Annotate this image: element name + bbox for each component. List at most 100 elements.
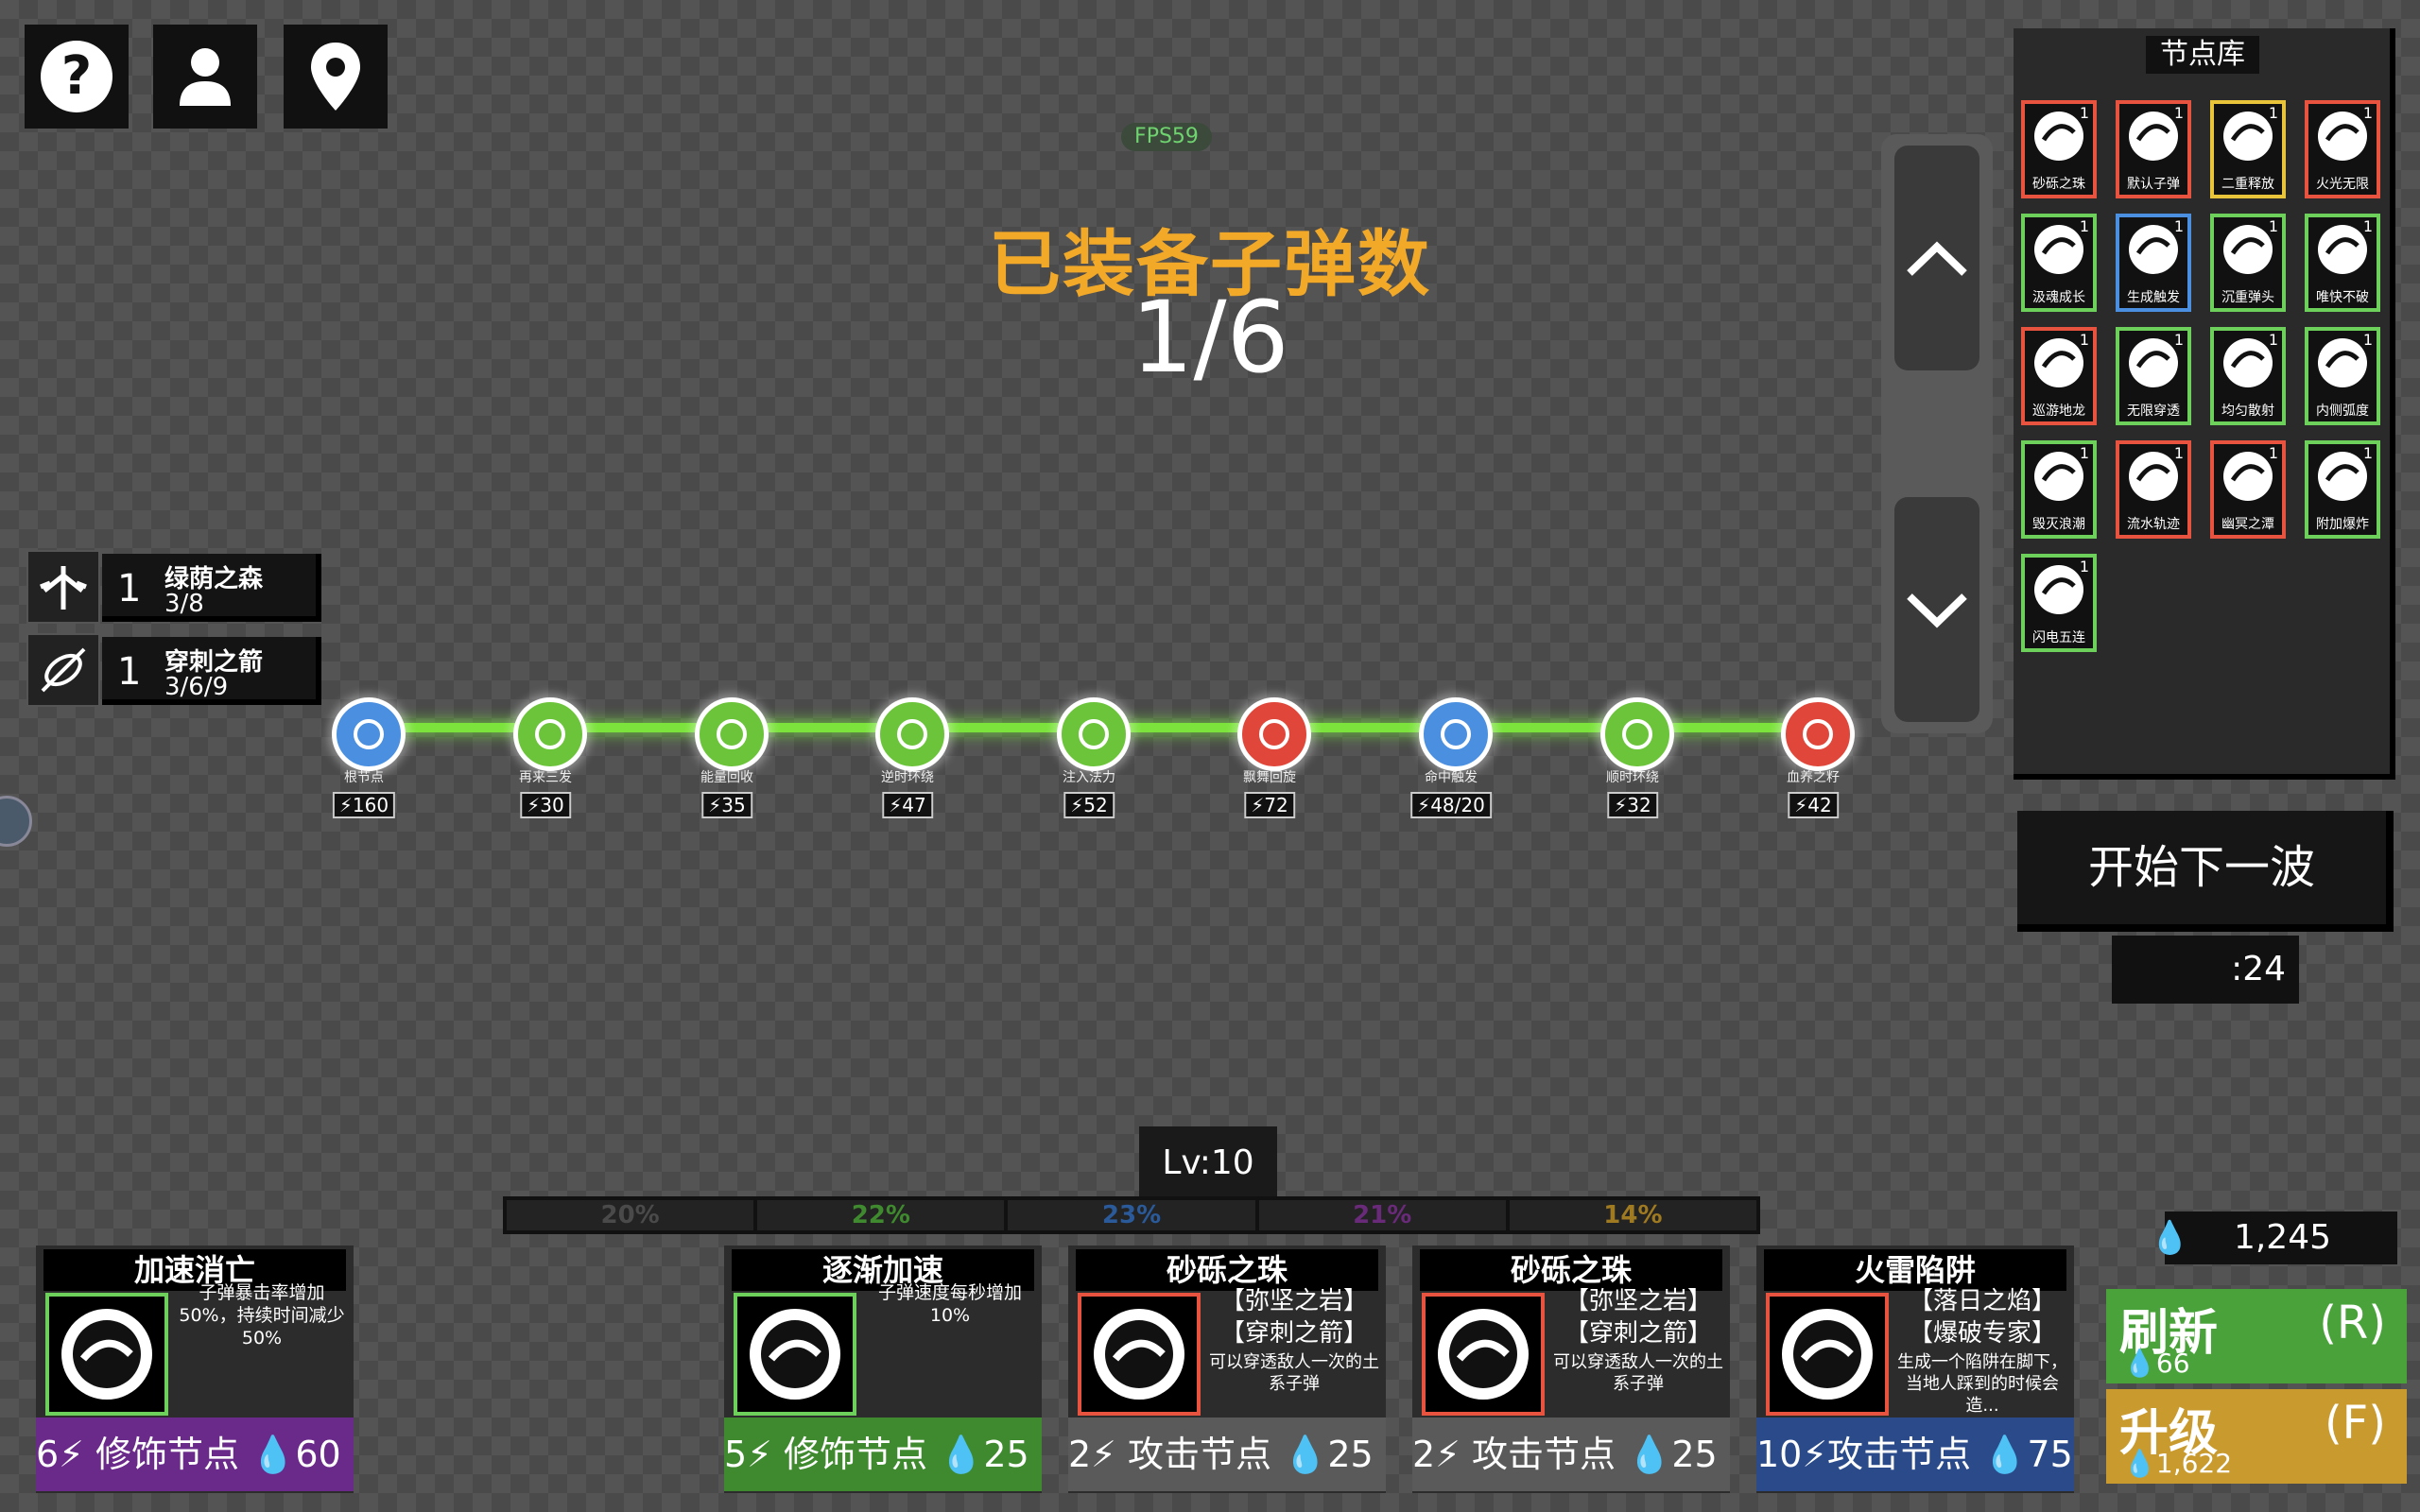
node-label: 血养之籽 xyxy=(1787,770,1840,785)
node-name: 闪电五连 xyxy=(2032,630,2085,645)
node-name: 生成触发 xyxy=(2127,290,2180,305)
node-count: 1 xyxy=(2079,558,2089,576)
refresh-cost: 💧66 xyxy=(2123,1348,2190,1379)
upgrade-cost: 💧1,622 xyxy=(2123,1448,2233,1479)
library-node[interactable]: 1 唯快不破 xyxy=(2305,214,2380,312)
node-icon xyxy=(695,697,769,771)
drop-icon: 💧 xyxy=(2123,1448,2156,1479)
energy-icon: ⚡ xyxy=(1070,794,1084,816)
node-cost: ⚡72 xyxy=(1244,792,1295,818)
shop-card[interactable]: 加速消亡 子弹暴击率增加50%，持续时间减少50% 6⚡ 修饰节点 💧60 xyxy=(36,1246,354,1493)
library-node[interactable]: 1 流水轨迹 xyxy=(2116,440,2191,539)
node-cost: ⚡160 xyxy=(332,792,396,818)
card-footer: 2⚡ 攻击节点 💧25 xyxy=(1412,1418,1730,1491)
node-label: 逆时环绕 xyxy=(881,770,934,785)
speedometer-icon xyxy=(734,1293,856,1416)
library-node[interactable]: 1 毁灭浪潮 xyxy=(2021,440,2097,539)
node-name: 无限穿透 xyxy=(2127,404,2180,419)
node-label: 根节点 xyxy=(344,770,384,785)
node-label: 飘舞回旋 xyxy=(1243,770,1296,785)
chevron-up-icon xyxy=(1907,241,1967,276)
card-footer: 10⚡攻击节点 💧75 xyxy=(1756,1418,2074,1491)
card-description: 子弹暴击率增加50%，持续时间减少50% xyxy=(179,1282,345,1349)
card-footer: 5⚡ 修饰节点 💧25 xyxy=(724,1418,1042,1491)
node-name: 默认子弹 xyxy=(2127,177,2180,192)
node-name: 内侧弧度 xyxy=(2316,404,2369,419)
card-tags: 【弥坚之岩】【穿刺之箭】 xyxy=(1564,1287,1712,1348)
card-description: 可以穿透敌人一次的土系子弹 xyxy=(1209,1352,1379,1394)
rock-orb-icon xyxy=(1422,1293,1545,1416)
fps-counter: FPS59 xyxy=(1121,123,1212,151)
library-node[interactable]: 1 巡游地龙 xyxy=(2021,327,2097,425)
energy-icon: ⚡ xyxy=(1614,794,1628,816)
shop-card[interactable]: 砂砾之珠 【弥坚之岩】【穿刺之箭】 可以穿透敌人一次的土系子弹 2⚡ 攻击节点 💧25 xyxy=(1412,1246,1730,1493)
energy-icon: ⚡ xyxy=(1251,794,1265,816)
ammo-count: 1/6 xyxy=(1131,280,1289,395)
node-cost: ⚡47 xyxy=(882,792,933,818)
library-node[interactable]: 1 无限穿透 xyxy=(2116,327,2191,425)
shop-card[interactable]: 逐渐加速 子弹速度每秒增加10% 5⚡ 修饰节点 💧25 xyxy=(724,1246,1042,1493)
node-count: 1 xyxy=(2079,444,2089,462)
library-node[interactable]: 1 沉重弹头 xyxy=(2210,214,2286,312)
node-name: 幽冥之潭 xyxy=(2221,517,2274,532)
node-icon xyxy=(332,697,406,771)
rock-orb-icon xyxy=(1078,1293,1201,1416)
library-node[interactable]: 1 生成触发 xyxy=(2116,214,2191,312)
library-node[interactable]: 1 附加爆炸 xyxy=(2305,440,2380,539)
rarity-segment: 23% xyxy=(1008,1200,1255,1230)
node-count: 1 xyxy=(2079,331,2089,349)
node-name: 巡游地龙 xyxy=(2032,404,2085,419)
library-node[interactable]: 1 均匀散射 xyxy=(2210,327,2286,425)
rarity-segment: 21% xyxy=(1258,1200,1506,1230)
node-count: 1 xyxy=(2173,104,2184,122)
scroll-up-button[interactable] xyxy=(1894,146,1979,370)
node-icon xyxy=(1600,697,1674,771)
library-node[interactable]: 1 内侧弧度 xyxy=(2305,327,2380,425)
node-icon xyxy=(1781,697,1855,771)
help-button[interactable]: ? xyxy=(25,25,129,129)
node-name: 唯快不破 xyxy=(2316,290,2369,305)
card-footer: 2⚡ 攻击节点 💧25 xyxy=(1068,1418,1386,1491)
node-name: 砂砾之珠 xyxy=(2032,177,2085,192)
profile-button[interactable] xyxy=(153,25,257,129)
rarity-segment: 20% xyxy=(507,1200,754,1230)
library-node[interactable]: 1 幽冥之潭 xyxy=(2210,440,2286,539)
forest-icon xyxy=(26,550,100,624)
library-node[interactable]: 1 二重释放 xyxy=(2210,100,2286,198)
node-label: 能量回收 xyxy=(700,770,753,785)
node-count: 1 xyxy=(2268,104,2278,122)
library-title: 节点库 xyxy=(2146,36,2259,74)
library-node[interactable]: 1 默认子弹 xyxy=(2116,100,2191,198)
energy-icon: ⚡ xyxy=(1794,794,1808,816)
hourglass-icon xyxy=(45,1293,168,1416)
library-node[interactable]: 1 汲魂成长 xyxy=(2021,214,2097,312)
node-count: 1 xyxy=(2268,444,2278,462)
library-scroll xyxy=(1881,134,1993,733)
help-icon: ? xyxy=(41,41,112,112)
node-count: 1 xyxy=(2362,217,2373,235)
next-wave-button[interactable]: 开始下一波 xyxy=(2017,811,2394,932)
library-node[interactable]: 1 火光无限 xyxy=(2305,100,2380,198)
node-name: 沉重弹头 xyxy=(2221,290,2274,305)
node-icon xyxy=(1419,697,1493,771)
library-node[interactable]: 1 砂砾之珠 xyxy=(2021,100,2097,198)
refresh-button[interactable]: 刷新 (R) 💧66 xyxy=(2106,1289,2407,1383)
scroll-down-button[interactable] xyxy=(1894,497,1979,722)
node-label: 顺时环绕 xyxy=(1606,770,1659,785)
node-name: 附加爆炸 xyxy=(2316,517,2369,532)
shop-card[interactable]: 砂砾之珠 【弥坚之岩】【穿刺之箭】 可以穿透敌人一次的土系子弹 2⚡ 攻击节点 💧25 xyxy=(1068,1246,1386,1493)
fire-trap-icon xyxy=(1766,1293,1889,1416)
shop-card[interactable]: 火雷陷阱 【落日之焰】【爆破专家】 生成一个陷阱在脚下，当地人踩到的时候会造... 1… xyxy=(1756,1246,2074,1493)
piercing-arrow-icon xyxy=(26,633,100,707)
node-count: 1 xyxy=(2173,217,2184,235)
currency-amount: 1,245 xyxy=(2233,1218,2331,1257)
map-button[interactable] xyxy=(284,25,388,129)
buff-count: 1 xyxy=(117,567,142,610)
energy-icon: ⚡ xyxy=(1417,794,1431,816)
node-count: 1 xyxy=(2173,331,2184,349)
library-node[interactable]: 1 闪电五连 xyxy=(2021,554,2097,652)
node-count: 1 xyxy=(2268,217,2278,235)
node-icon xyxy=(875,697,949,771)
node-count: 1 xyxy=(2268,331,2278,349)
upgrade-button[interactable]: 升级 (F) 💧1,622 xyxy=(2106,1389,2407,1484)
